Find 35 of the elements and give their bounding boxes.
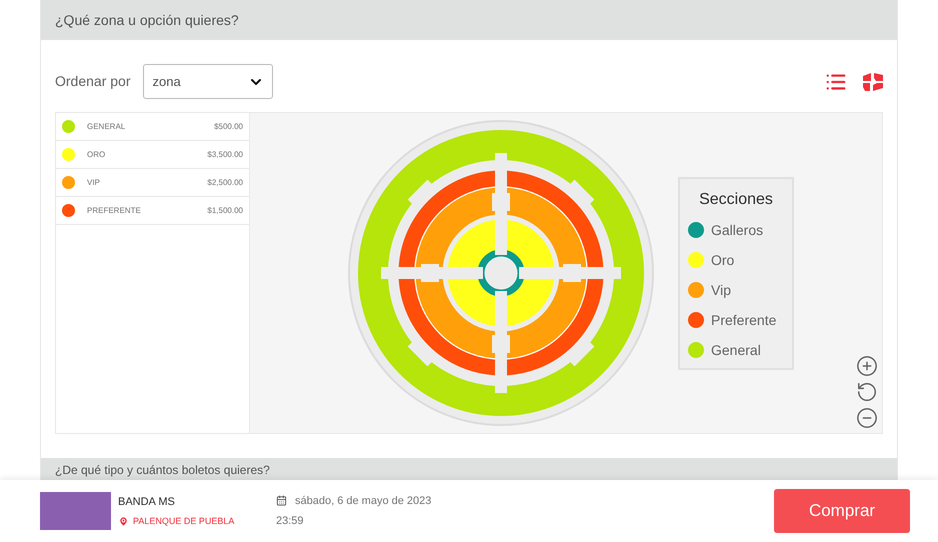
- zoom-out-icon[interactable]: [856, 407, 878, 429]
- sort-dropdown[interactable]: zona: [143, 64, 274, 99]
- event-date: sábado, 6 de mayo de 2023: [295, 494, 432, 508]
- calendar-icon: [276, 495, 287, 506]
- zone-name: GENERAL: [87, 120, 126, 132]
- zone-row[interactable]: PREFERENTE $1,500.00: [56, 197, 249, 225]
- zone-price: $500.00: [214, 120, 243, 132]
- event-venue: PALENQUE DE PUEBLA: [133, 514, 234, 528]
- sort-label: Ordenar por: [55, 72, 130, 91]
- legend-label: Vip: [711, 280, 731, 300]
- event-name: BANDA MS: [118, 495, 176, 510]
- location-pin-icon: [118, 516, 129, 527]
- zone-name: VIP: [87, 176, 100, 188]
- legend-title: Secciones: [698, 190, 774, 210]
- zone-price: $3,500.00: [207, 148, 243, 160]
- event-time: 23:59: [276, 514, 305, 529]
- legend-label: Galleros: [711, 220, 764, 240]
- event-photo-placeholder: [40, 492, 111, 530]
- zone-row[interactable]: VIP $2,500.00: [56, 169, 249, 197]
- reset-icon[interactable]: [856, 381, 878, 403]
- map-view-icon[interactable]: [863, 72, 883, 90]
- zone-row[interactable]: ORO $3,500.00: [56, 141, 249, 169]
- zoom-in-icon[interactable]: [856, 355, 878, 377]
- zone-price: $2,500.00: [207, 176, 243, 188]
- section-title: ¿De qué tipo y cuántos boletos quieres?: [55, 462, 270, 479]
- zone-row[interactable]: GENERAL $500.00: [56, 113, 249, 141]
- legend-label: Oro: [711, 250, 734, 270]
- legend-label: Preferente: [711, 310, 776, 330]
- seating-map-drawing[interactable]: [347, 119, 655, 427]
- zone-price: $1,500.00: [207, 204, 243, 216]
- zone-name: ORO: [87, 148, 106, 160]
- section-title: ¿Qué zona u opción quieres?: [55, 10, 239, 30]
- buy-button[interactable]: Comprar: [774, 489, 910, 533]
- zone-name: PREFERENTE: [87, 204, 141, 216]
- legend-label: General: [711, 340, 761, 360]
